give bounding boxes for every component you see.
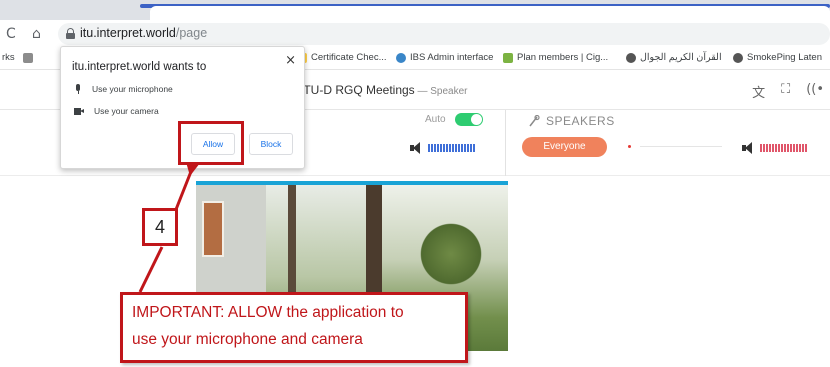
callout-line-2: use your microphone and camera <box>132 331 363 348</box>
callout-line-1: IMPORTANT: ALLOW the application to <box>132 304 404 321</box>
important-callout: IMPORTANT: ALLOW the application to use … <box>120 292 468 363</box>
step-number-badge: 4 <box>142 208 178 246</box>
